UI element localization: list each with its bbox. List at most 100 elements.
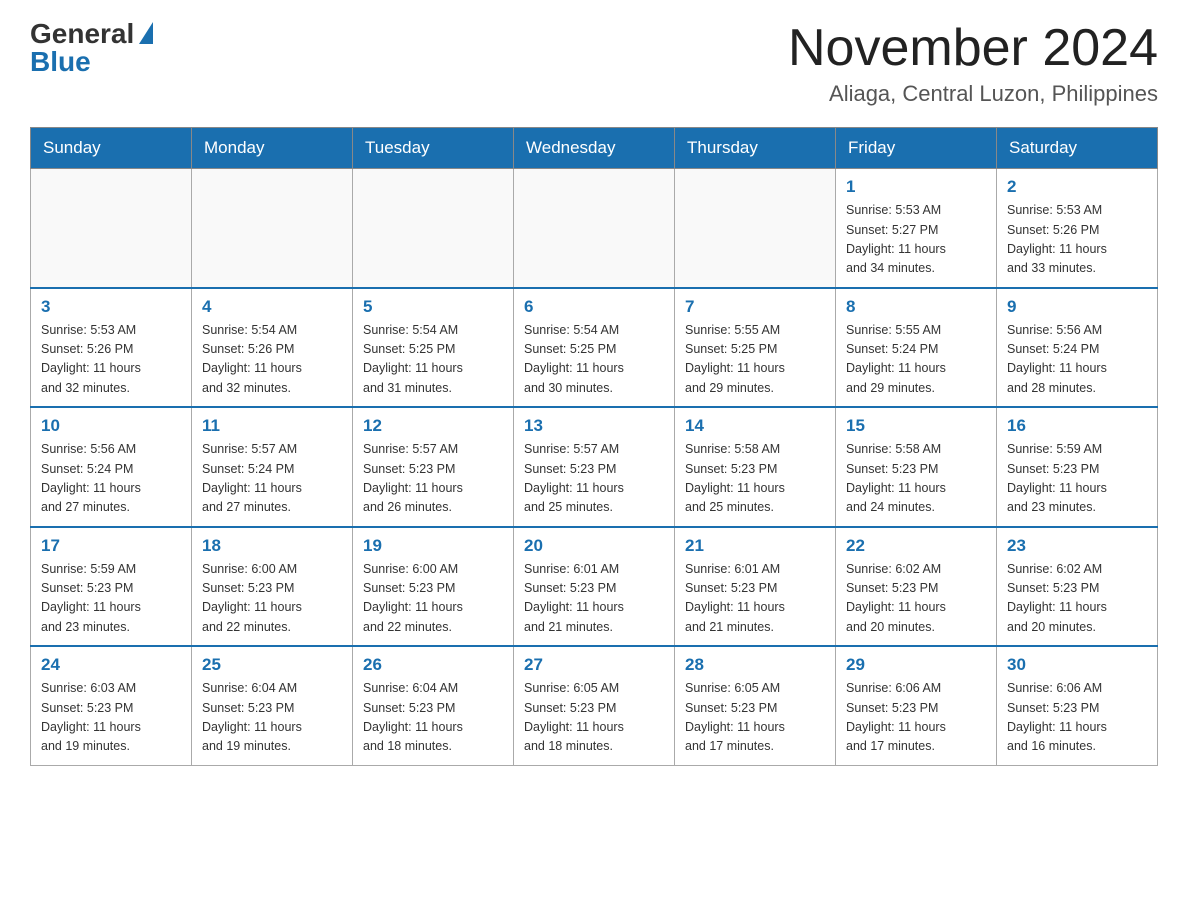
weekday-header-monday: Monday	[192, 128, 353, 169]
calendar-cell: 11Sunrise: 5:57 AM Sunset: 5:24 PM Dayli…	[192, 407, 353, 527]
day-sun-info: Sunrise: 6:03 AM Sunset: 5:23 PM Dayligh…	[41, 679, 181, 757]
calendar-cell: 12Sunrise: 5:57 AM Sunset: 5:23 PM Dayli…	[353, 407, 514, 527]
day-number: 7	[685, 297, 825, 317]
day-sun-info: Sunrise: 5:54 AM Sunset: 5:25 PM Dayligh…	[363, 321, 503, 399]
calendar-cell: 27Sunrise: 6:05 AM Sunset: 5:23 PM Dayli…	[514, 646, 675, 765]
day-sun-info: Sunrise: 6:04 AM Sunset: 5:23 PM Dayligh…	[202, 679, 342, 757]
calendar-week-row: 17 Sunrise: 5:59 AM Sunset: 5:23 PM Dayli…	[31, 527, 1158, 647]
day-number: 17	[41, 536, 181, 556]
day-number: 14	[685, 416, 825, 436]
calendar-table: SundayMondayTuesdayWednesdayThursdayFrid…	[30, 127, 1158, 766]
day-number: 21	[685, 536, 825, 556]
day-number: 30	[1007, 655, 1147, 675]
calendar-cell: 24 Sunrise: 6:03 AM Sunset: 5:23 PM Dayli…	[31, 646, 192, 765]
calendar-week-row: 3 Sunrise: 5:53 AM Sunset: 5:26 PM Daylig…	[31, 288, 1158, 408]
calendar-cell: 6 Sunrise: 5:54 AM Sunset: 5:25 PM Daylig…	[514, 288, 675, 408]
day-sun-info: Sunrise: 5:59 AM Sunset: 5:23 PM Dayligh…	[1007, 440, 1147, 518]
day-sun-info: Sunrise: 6:06 AM Sunset: 5:23 PM Dayligh…	[1007, 679, 1147, 757]
calendar-cell: 17 Sunrise: 5:59 AM Sunset: 5:23 PM Dayli…	[31, 527, 192, 647]
calendar-cell: 19 Sunrise: 6:00 AM Sunset: 5:23 PM Dayli…	[353, 527, 514, 647]
calendar-cell: 23 Sunrise: 6:02 AM Sunset: 5:23 PM Dayli…	[997, 527, 1158, 647]
calendar-cell: 26 Sunrise: 6:04 AM Sunset: 5:23 PM Dayli…	[353, 646, 514, 765]
day-sun-info: Sunrise: 5:53 AM Sunset: 5:26 PM Dayligh…	[41, 321, 181, 399]
day-number: 6	[524, 297, 664, 317]
calendar-cell: 15 Sunrise: 5:58 AM Sunset: 5:23 PM Dayli…	[836, 407, 997, 527]
day-sun-info: Sunrise: 6:01 AM Sunset: 5:23 PM Dayligh…	[524, 560, 664, 638]
day-number: 18	[202, 536, 342, 556]
calendar-cell: 30 Sunrise: 6:06 AM Sunset: 5:23 PM Dayli…	[997, 646, 1158, 765]
page-header: General Blue November 2024 Aliaga, Centr…	[30, 20, 1158, 107]
calendar-cell	[514, 169, 675, 288]
logo-triangle-icon	[139, 22, 153, 44]
day-sun-info: Sunrise: 6:02 AM Sunset: 5:23 PM Dayligh…	[846, 560, 986, 638]
day-number: 10	[41, 416, 181, 436]
day-sun-info: Sunrise: 5:54 AM Sunset: 5:25 PM Dayligh…	[524, 321, 664, 399]
day-number: 25	[202, 655, 342, 675]
day-number: 29	[846, 655, 986, 675]
day-sun-info: Sunrise: 5:57 AM Sunset: 5:24 PM Dayligh…	[202, 440, 342, 518]
weekday-header-saturday: Saturday	[997, 128, 1158, 169]
day-number: 8	[846, 297, 986, 317]
day-sun-info: Sunrise: 5:54 AM Sunset: 5:26 PM Dayligh…	[202, 321, 342, 399]
day-number: 16	[1007, 416, 1147, 436]
calendar-cell: 1Sunrise: 5:53 AM Sunset: 5:27 PM Daylig…	[836, 169, 997, 288]
calendar-cell: 7 Sunrise: 5:55 AM Sunset: 5:25 PM Daylig…	[675, 288, 836, 408]
calendar-cell: 22 Sunrise: 6:02 AM Sunset: 5:23 PM Dayli…	[836, 527, 997, 647]
day-number: 27	[524, 655, 664, 675]
day-sun-info: Sunrise: 6:01 AM Sunset: 5:23 PM Dayligh…	[685, 560, 825, 638]
calendar-cell	[353, 169, 514, 288]
day-number: 28	[685, 655, 825, 675]
day-number: 3	[41, 297, 181, 317]
calendar-cell: 16 Sunrise: 5:59 AM Sunset: 5:23 PM Dayli…	[997, 407, 1158, 527]
calendar-cell: 21 Sunrise: 6:01 AM Sunset: 5:23 PM Dayli…	[675, 527, 836, 647]
day-sun-info: Sunrise: 5:53 AM Sunset: 5:26 PM Dayligh…	[1007, 201, 1147, 279]
title-area: November 2024 Aliaga, Central Luzon, Phi…	[788, 20, 1158, 107]
day-sun-info: Sunrise: 5:58 AM Sunset: 5:23 PM Dayligh…	[846, 440, 986, 518]
day-number: 19	[363, 536, 503, 556]
calendar-cell: 18Sunrise: 6:00 AM Sunset: 5:23 PM Dayli…	[192, 527, 353, 647]
day-number: 5	[363, 297, 503, 317]
day-sun-info: Sunrise: 6:04 AM Sunset: 5:23 PM Dayligh…	[363, 679, 503, 757]
calendar-cell	[675, 169, 836, 288]
day-sun-info: Sunrise: 6:00 AM Sunset: 5:23 PM Dayligh…	[363, 560, 503, 638]
weekday-header-thursday: Thursday	[675, 128, 836, 169]
weekday-header-row: SundayMondayTuesdayWednesdayThursdayFrid…	[31, 128, 1158, 169]
day-sun-info: Sunrise: 6:06 AM Sunset: 5:23 PM Dayligh…	[846, 679, 986, 757]
day-number: 9	[1007, 297, 1147, 317]
day-sun-info: Sunrise: 5:58 AM Sunset: 5:23 PM Dayligh…	[685, 440, 825, 518]
day-number: 26	[363, 655, 503, 675]
day-number: 22	[846, 536, 986, 556]
weekday-header-tuesday: Tuesday	[353, 128, 514, 169]
calendar-cell: 4Sunrise: 5:54 AM Sunset: 5:26 PM Daylig…	[192, 288, 353, 408]
day-number: 13	[524, 416, 664, 436]
calendar-cell: 9Sunrise: 5:56 AM Sunset: 5:24 PM Daylig…	[997, 288, 1158, 408]
day-sun-info: Sunrise: 5:55 AM Sunset: 5:24 PM Dayligh…	[846, 321, 986, 399]
weekday-header-friday: Friday	[836, 128, 997, 169]
day-number: 23	[1007, 536, 1147, 556]
day-number: 2	[1007, 177, 1147, 197]
logo: General Blue	[30, 20, 153, 76]
calendar-cell	[192, 169, 353, 288]
weekday-header-sunday: Sunday	[31, 128, 192, 169]
calendar-cell: 29 Sunrise: 6:06 AM Sunset: 5:23 PM Dayli…	[836, 646, 997, 765]
calendar-cell: 2 Sunrise: 5:53 AM Sunset: 5:26 PM Daylig…	[997, 169, 1158, 288]
day-sun-info: Sunrise: 6:02 AM Sunset: 5:23 PM Dayligh…	[1007, 560, 1147, 638]
day-number: 24	[41, 655, 181, 675]
calendar-cell: 10 Sunrise: 5:56 AM Sunset: 5:24 PM Dayli…	[31, 407, 192, 527]
day-sun-info: Sunrise: 5:59 AM Sunset: 5:23 PM Dayligh…	[41, 560, 181, 638]
logo-general-text: General	[30, 20, 134, 48]
day-sun-info: Sunrise: 5:55 AM Sunset: 5:25 PM Dayligh…	[685, 321, 825, 399]
location-subtitle: Aliaga, Central Luzon, Philippines	[788, 81, 1158, 107]
day-number: 15	[846, 416, 986, 436]
calendar-cell: 5 Sunrise: 5:54 AM Sunset: 5:25 PM Daylig…	[353, 288, 514, 408]
calendar-cell: 14 Sunrise: 5:58 AM Sunset: 5:23 PM Dayli…	[675, 407, 836, 527]
day-sun-info: Sunrise: 5:53 AM Sunset: 5:27 PM Dayligh…	[846, 201, 986, 279]
day-sun-info: Sunrise: 5:57 AM Sunset: 5:23 PM Dayligh…	[363, 440, 503, 518]
day-sun-info: Sunrise: 5:56 AM Sunset: 5:24 PM Dayligh…	[41, 440, 181, 518]
calendar-cell: 20 Sunrise: 6:01 AM Sunset: 5:23 PM Dayli…	[514, 527, 675, 647]
calendar-week-row: 1Sunrise: 5:53 AM Sunset: 5:27 PM Daylig…	[31, 169, 1158, 288]
calendar-week-row: 10 Sunrise: 5:56 AM Sunset: 5:24 PM Dayli…	[31, 407, 1158, 527]
month-title: November 2024	[788, 20, 1158, 77]
day-number: 20	[524, 536, 664, 556]
day-sun-info: Sunrise: 5:57 AM Sunset: 5:23 PM Dayligh…	[524, 440, 664, 518]
